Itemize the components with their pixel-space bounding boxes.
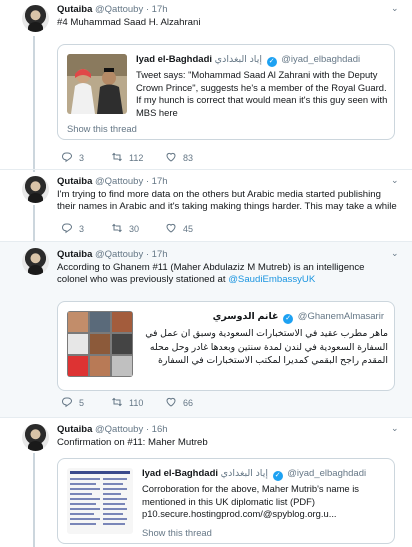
- quoted-tweet-header: Iyad el-Baghdadi إياد البغدادي ✓ @iyad_e…: [136, 54, 360, 67]
- reply-count: 3: [79, 224, 85, 234]
- retweet-button[interactable]: 110: [111, 396, 143, 410]
- author-handle[interactable]: @Qattouby: [95, 424, 143, 435]
- quoted-author-name[interactable]: Iyad el-Baghdadi: [142, 468, 218, 479]
- mention-link[interactable]: @SaudiEmbassyUK: [228, 274, 315, 285]
- quoted-tweet-header: غانم الدوسري ✓ @GhanemAlmasarir: [213, 311, 384, 324]
- quoted-tweet-text: Corroboration for the above, Maher Mutri…: [142, 483, 359, 519]
- tweet-1[interactable]: Qutaiba @Qattouby · 17h ⌄ #4 Muhammad Sa…: [0, 0, 412, 170]
- reply-count: 3: [79, 153, 85, 163]
- verified-icon: ✓: [272, 471, 283, 481]
- quoted-author-handle[interactable]: @GhanemAlmasarir: [298, 311, 384, 322]
- quoted-author-name[interactable]: Iyad el-Baghdadi: [136, 54, 212, 65]
- quoted-tweet-image[interactable]: [67, 311, 133, 377]
- tweet-2[interactable]: Qutaiba @Qattouby · 17h ⌄ I'm trying to …: [0, 170, 412, 242]
- verified-icon: ✓: [266, 57, 277, 67]
- quoted-tweet[interactable]: Iyad el-Baghdadi إياد البغدادي ✓ @iyad_e…: [57, 458, 395, 544]
- retweet-icon: [111, 222, 123, 234]
- verified-icon: ✓: [283, 314, 294, 324]
- retweet-count: 110: [129, 398, 144, 408]
- like-count: 66: [183, 398, 194, 408]
- reply-count: 5: [79, 398, 85, 408]
- heart-icon: [165, 222, 177, 234]
- author-handle[interactable]: @Qattouby: [95, 4, 143, 15]
- reply-button[interactable]: 3: [61, 222, 84, 236]
- author-handle[interactable]: @Qattouby: [95, 249, 143, 260]
- quoted-author-name-arabic: إياد البغدادي: [214, 54, 262, 65]
- author-name[interactable]: Qutaiba: [57, 424, 92, 435]
- tweet-text: I'm trying to find more data on the othe…: [57, 189, 397, 212]
- retweet-button[interactable]: 112: [111, 151, 143, 165]
- chevron-down-icon[interactable]: ⌄: [391, 176, 400, 185]
- tweet-text-body: According to Ghanem #11 (Maher Abdulaziz…: [57, 262, 365, 285]
- author-name[interactable]: Qutaiba: [57, 4, 92, 15]
- tweet-text: Confirmation on #11: Maher Mutreb: [57, 437, 208, 448]
- quoted-tweet-text: ماهر مطرب عقيد في الاستخبارات السعودية و…: [145, 327, 388, 365]
- reply-icon: [61, 222, 73, 234]
- timestamp[interactable]: 16h: [152, 424, 168, 435]
- avatar[interactable]: [22, 424, 49, 451]
- heart-icon: [165, 396, 177, 408]
- like-button[interactable]: 45: [165, 222, 193, 236]
- timestamp[interactable]: 17h: [152, 249, 168, 260]
- chevron-down-icon[interactable]: ⌄: [391, 249, 400, 258]
- tweet-header: Qutaiba @Qattouby · 16h: [57, 424, 168, 435]
- quoted-author-name-arabic: إياد البغدادي: [220, 468, 268, 479]
- quoted-tweet[interactable]: غانم الدوسري ✓ @GhanemAlmasarir ماهر مطر…: [57, 301, 395, 391]
- chevron-down-icon[interactable]: ⌄: [391, 4, 400, 13]
- heart-icon: [165, 151, 177, 163]
- quoted-author-handle[interactable]: @iyad_elbaghdadi: [287, 468, 366, 479]
- like-button[interactable]: 83: [165, 151, 193, 165]
- reply-button[interactable]: 3: [61, 151, 84, 165]
- quoted-author-handle[interactable]: @iyad_elbaghdadi: [281, 54, 360, 65]
- reply-icon: [61, 396, 73, 408]
- author-handle[interactable]: @Qattouby: [95, 176, 143, 187]
- retweet-count: 112: [129, 153, 144, 163]
- tweet-text: #4 Muhammad Saad H. Alzahrani: [57, 17, 201, 28]
- show-this-thread-link[interactable]: Show this thread: [142, 527, 212, 538]
- tweet-actions: 5 110 66: [57, 396, 357, 410]
- tweet-header: Qutaiba @Qattouby · 17h: [57, 249, 168, 260]
- tweet-text: According to Ghanem #11 (Maher Abdulaziz…: [57, 262, 397, 286]
- timestamp[interactable]: 17h: [152, 4, 168, 15]
- reply-button[interactable]: 5: [61, 396, 84, 410]
- author-name[interactable]: Qutaiba: [57, 176, 92, 187]
- quoted-tweet-text: Tweet says: "Mohammad Saad Al Zahrani wi…: [136, 69, 388, 118]
- quoted-tweet-image[interactable]: [67, 468, 133, 534]
- retweet-button[interactable]: 30: [111, 222, 139, 236]
- avatar[interactable]: [22, 248, 49, 275]
- tweet-actions: 3 112 83: [57, 151, 357, 165]
- chevron-down-icon[interactable]: ⌄: [391, 424, 400, 433]
- like-count: 45: [183, 224, 194, 234]
- quoted-tweet-header: Iyad el-Baghdadi إياد البغدادي ✓ @iyad_e…: [142, 468, 366, 481]
- retweet-count: 30: [129, 224, 140, 234]
- reply-icon: [61, 151, 73, 163]
- retweet-icon: [111, 396, 123, 408]
- avatar[interactable]: [22, 176, 49, 203]
- like-button[interactable]: 66: [165, 396, 193, 410]
- quoted-tweet[interactable]: Iyad el-Baghdadi إياد البغدادي ✓ @iyad_e…: [57, 44, 395, 140]
- show-this-thread-link[interactable]: Show this thread: [67, 123, 137, 134]
- tweet-header: Qutaiba @Qattouby · 17h: [57, 4, 168, 15]
- tweet-header: Qutaiba @Qattouby · 17h: [57, 176, 168, 187]
- like-count: 83: [183, 153, 194, 163]
- tweet-4[interactable]: Qutaiba @Qattouby · 16h ⌄ Confirmation o…: [0, 418, 412, 547]
- tweet-3[interactable]: Qutaiba @Qattouby · 17h ⌄ According to G…: [0, 242, 412, 418]
- quoted-author-name[interactable]: غانم الدوسري: [213, 311, 279, 322]
- tweet-actions: 3 30 45: [57, 222, 357, 236]
- retweet-icon: [111, 151, 123, 163]
- timestamp[interactable]: 17h: [152, 176, 168, 187]
- quoted-tweet-image[interactable]: [67, 54, 127, 114]
- avatar[interactable]: [22, 5, 49, 32]
- author-name[interactable]: Qutaiba: [57, 249, 92, 260]
